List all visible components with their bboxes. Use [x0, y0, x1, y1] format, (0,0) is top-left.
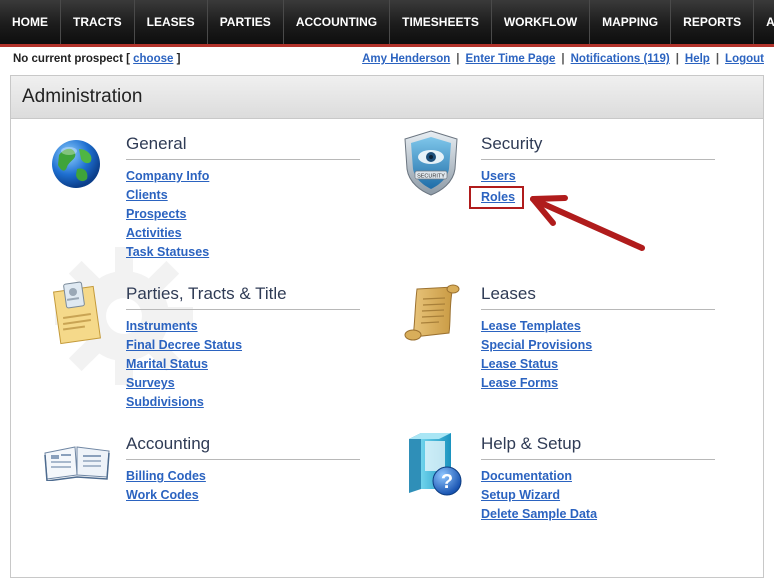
surveys-link[interactable]: Surveys [126, 374, 366, 393]
accounting-section: Accounting Billing Codes Work Codes [126, 434, 366, 505]
svg-text:?: ? [441, 471, 453, 493]
subdivisions-link[interactable]: Subdivisions [126, 393, 366, 412]
help-setup-section: Help & Setup Documentation Setup Wizard … [481, 434, 721, 524]
parties-tracts-title-section: Parties, Tracts & Title Instruments Fina… [126, 284, 366, 412]
nav-accounting[interactable]: ACCOUNTING [284, 0, 391, 44]
company-info-link[interactable]: Company Info [126, 167, 366, 186]
top-navigation: HOME TRACTS LEASES PARTIES ACCOUNTING TI… [0, 0, 774, 47]
red-arrow-annotation-icon [530, 195, 645, 251]
nav-reports[interactable]: REPORTS [671, 0, 755, 44]
task-statuses-link[interactable]: Task Statuses [126, 243, 366, 262]
parties-heading: Parties, Tracts & Title [126, 284, 360, 310]
marital-status-link[interactable]: Marital Status [126, 355, 366, 374]
nav-workflow[interactable]: WORKFLOW [492, 0, 591, 44]
scroll-icon [404, 284, 460, 341]
delete-sample-data-link[interactable]: Delete Sample Data [481, 505, 721, 524]
work-codes-link[interactable]: Work Codes [126, 486, 366, 505]
user-name-link[interactable]: Amy Henderson [362, 53, 450, 65]
nav-leases[interactable]: LEASES [135, 0, 208, 44]
users-link[interactable]: Users [481, 167, 721, 186]
activities-link[interactable]: Activities [126, 224, 366, 243]
panel-header: Administration [11, 76, 763, 119]
help-box-icon: ? [409, 433, 462, 496]
setup-wizard-link[interactable]: Setup Wizard [481, 486, 721, 505]
status-bar: No current prospect [ choose ] Amy Hende… [0, 47, 774, 71]
globe-icon [52, 140, 100, 188]
roles-highlight-box: Roles [469, 186, 525, 209]
nav-parties[interactable]: PARTIES [208, 0, 284, 44]
billing-codes-link[interactable]: Billing Codes [126, 467, 366, 486]
help-setup-heading: Help & Setup [481, 434, 715, 460]
prospect-suffix: ] [176, 53, 181, 65]
leases-heading: Leases [481, 284, 715, 310]
nav-home[interactable]: HOME [0, 0, 61, 44]
accounting-heading: Accounting [126, 434, 360, 460]
administration-panel: Administration General Company Info Clie… [10, 75, 764, 578]
leases-section: Leases Lease Templates Special Provision… [481, 284, 721, 393]
lease-forms-link[interactable]: Lease Forms [481, 374, 721, 393]
security-heading: Security [481, 134, 715, 160]
open-book-icon [44, 446, 110, 481]
enter-time-page-link[interactable]: Enter Time Page [466, 53, 556, 65]
general-heading: General [126, 134, 360, 160]
user-links: Amy Henderson | Enter Time Page | Notificati… [362, 53, 764, 65]
clients-link[interactable]: Clients [126, 186, 366, 205]
help-link[interactable]: Help [685, 53, 710, 65]
roles-link[interactable]: Roles [481, 188, 515, 207]
choose-prospect-link[interactable]: choose [133, 53, 173, 65]
general-section: General Company Info Clients Prospects A… [126, 134, 366, 262]
security-shield-icon: SECURITY [404, 130, 458, 196]
nav-admin[interactable]: ADMIN [754, 0, 774, 44]
notifications-link[interactable]: Notifications (119) [571, 53, 670, 65]
prospects-link[interactable]: Prospects [126, 205, 366, 224]
id-badge-document-icon [53, 281, 101, 345]
lease-templates-link[interactable]: Lease Templates [481, 317, 721, 336]
special-provisions-link[interactable]: Special Provisions [481, 336, 721, 355]
prospect-prefix: No current prospect [ [13, 53, 130, 65]
logout-link[interactable]: Logout [725, 53, 764, 65]
page-title: Administration [22, 86, 143, 107]
nav-tracts[interactable]: TRACTS [61, 0, 135, 44]
documentation-link[interactable]: Documentation [481, 467, 721, 486]
final-decree-status-link[interactable]: Final Decree Status [126, 336, 366, 355]
prospect-status: No current prospect [ choose ] [13, 53, 180, 65]
instruments-link[interactable]: Instruments [126, 317, 366, 336]
lease-status-link[interactable]: Lease Status [481, 355, 721, 374]
nav-mapping[interactable]: MAPPING [590, 0, 672, 44]
security-badge-text: SECURITY [417, 174, 445, 180]
nav-timesheets[interactable]: TIMESHEETS [390, 0, 492, 44]
